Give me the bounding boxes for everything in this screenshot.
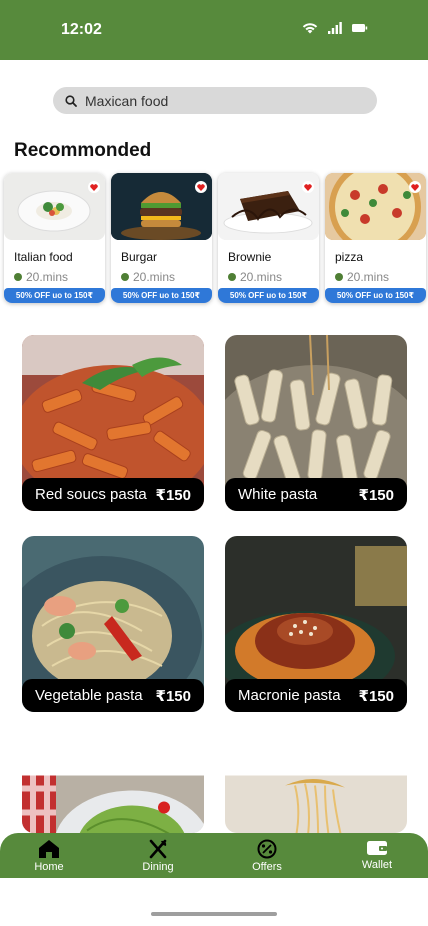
recommended-time: 20.mins [228, 270, 282, 284]
food-price: ₹150 [155, 687, 191, 705]
dining-icon [149, 839, 167, 859]
food-label-bar: Red soucs pasta ₹150 [22, 478, 204, 511]
search-icon [65, 94, 77, 107]
recommended-name: pizza [335, 250, 364, 264]
nav-offers[interactable]: Offers [227, 839, 307, 873]
food-name: White pasta [238, 486, 318, 503]
favorite-heart-icon[interactable] [88, 181, 100, 193]
offer-badge: 50% OFF uo to 150₹ [111, 288, 212, 303]
food-card-spaghetti[interactable] [225, 736, 407, 833]
pizza-image [325, 173, 426, 240]
food-name: Vegetable pasta [35, 687, 143, 704]
leaf-icon [121, 273, 129, 281]
status-icons [302, 22, 368, 34]
brownie-image [218, 173, 319, 240]
recommended-card-brownie[interactable]: Brownie 20.mins 50% OFF uo to 150₹ [218, 173, 319, 303]
recommended-name: Brownie [228, 250, 272, 264]
favorite-heart-icon[interactable] [302, 181, 314, 193]
nav-dining[interactable]: Dining [118, 839, 198, 873]
nav-label: Dining [142, 861, 174, 873]
food-label-bar: Vegetable pasta ₹150 [22, 679, 204, 712]
nav-wallet[interactable]: Wallet [337, 839, 417, 871]
food-label-bar: White pasta ₹150 [225, 478, 407, 511]
food-label-bar: Macronie pasta ₹150 [225, 679, 407, 712]
leaf-icon [228, 273, 236, 281]
food-price: ₹150 [155, 486, 191, 504]
recommended-time: 20.mins [121, 270, 175, 284]
wifi-icon [302, 23, 318, 34]
search-bar[interactable] [53, 87, 377, 114]
status-bar: 12:02 [0, 0, 428, 60]
nav-label: Offers [252, 861, 282, 873]
food-price: ₹150 [358, 486, 394, 504]
nav-home[interactable]: Home [9, 839, 89, 873]
home-indicator [151, 912, 277, 916]
signal-icon [328, 22, 342, 34]
recommended-time: 20.mins [14, 270, 68, 284]
leaf-icon [14, 273, 22, 281]
section-title: Recommonded [14, 140, 152, 161]
offer-badge: 50% OFF uo to 150₹ [218, 288, 319, 303]
food-card-red-souce-pasta[interactable]: Red soucs pasta ₹150 [22, 335, 204, 511]
food-card-white-pasta[interactable]: White pasta ₹150 [225, 335, 407, 511]
burger-image [111, 173, 212, 240]
battery-icon [352, 24, 368, 32]
offer-badge: 50% OFF uo to 150₹ [325, 288, 426, 303]
food-card-macronie-pasta[interactable]: Macronie pasta ₹150 [225, 536, 407, 712]
recommended-card-burgar[interactable]: Burgar 20.mins 50% OFF uo to 150₹ [111, 173, 212, 303]
italian-food-image [4, 173, 105, 240]
wallet-icon [367, 841, 387, 855]
spaghetti-image [225, 775, 407, 833]
food-name: Red soucs pasta [35, 486, 147, 503]
offer-badge: 50% OFF uo to 150₹ [4, 288, 105, 303]
recommended-name: Italian food [14, 250, 73, 264]
recommended-name: Burgar [121, 250, 158, 264]
offers-icon [257, 839, 277, 859]
favorite-heart-icon[interactable] [195, 181, 207, 193]
nav-label: Wallet [361, 859, 393, 871]
leaf-icon [335, 273, 343, 281]
search-input[interactable] [85, 92, 345, 109]
food-price: ₹150 [358, 687, 394, 705]
nav-label: Home [34, 861, 64, 873]
favorite-heart-icon[interactable] [409, 181, 421, 193]
recommended-card-italian-food[interactable]: Italian food 20.mins 50% OFF uo to 150₹ [4, 173, 105, 303]
home-icon [39, 840, 59, 858]
recommended-time: 20.mins [335, 270, 389, 284]
recommended-card-pizza[interactable]: pizza 20.mins 50% OFF uo to 150₹ [325, 173, 426, 303]
food-name: Macronie pasta [238, 687, 341, 704]
food-card-green-pasta[interactable] [22, 736, 204, 833]
green-pasta-image [22, 775, 204, 833]
food-card-vegetable-pasta[interactable]: Vegetable pasta ₹150 [22, 536, 204, 712]
bottom-nav: Home Dining Offers Wallet [0, 833, 428, 878]
status-time: 12:02 [61, 21, 102, 38]
